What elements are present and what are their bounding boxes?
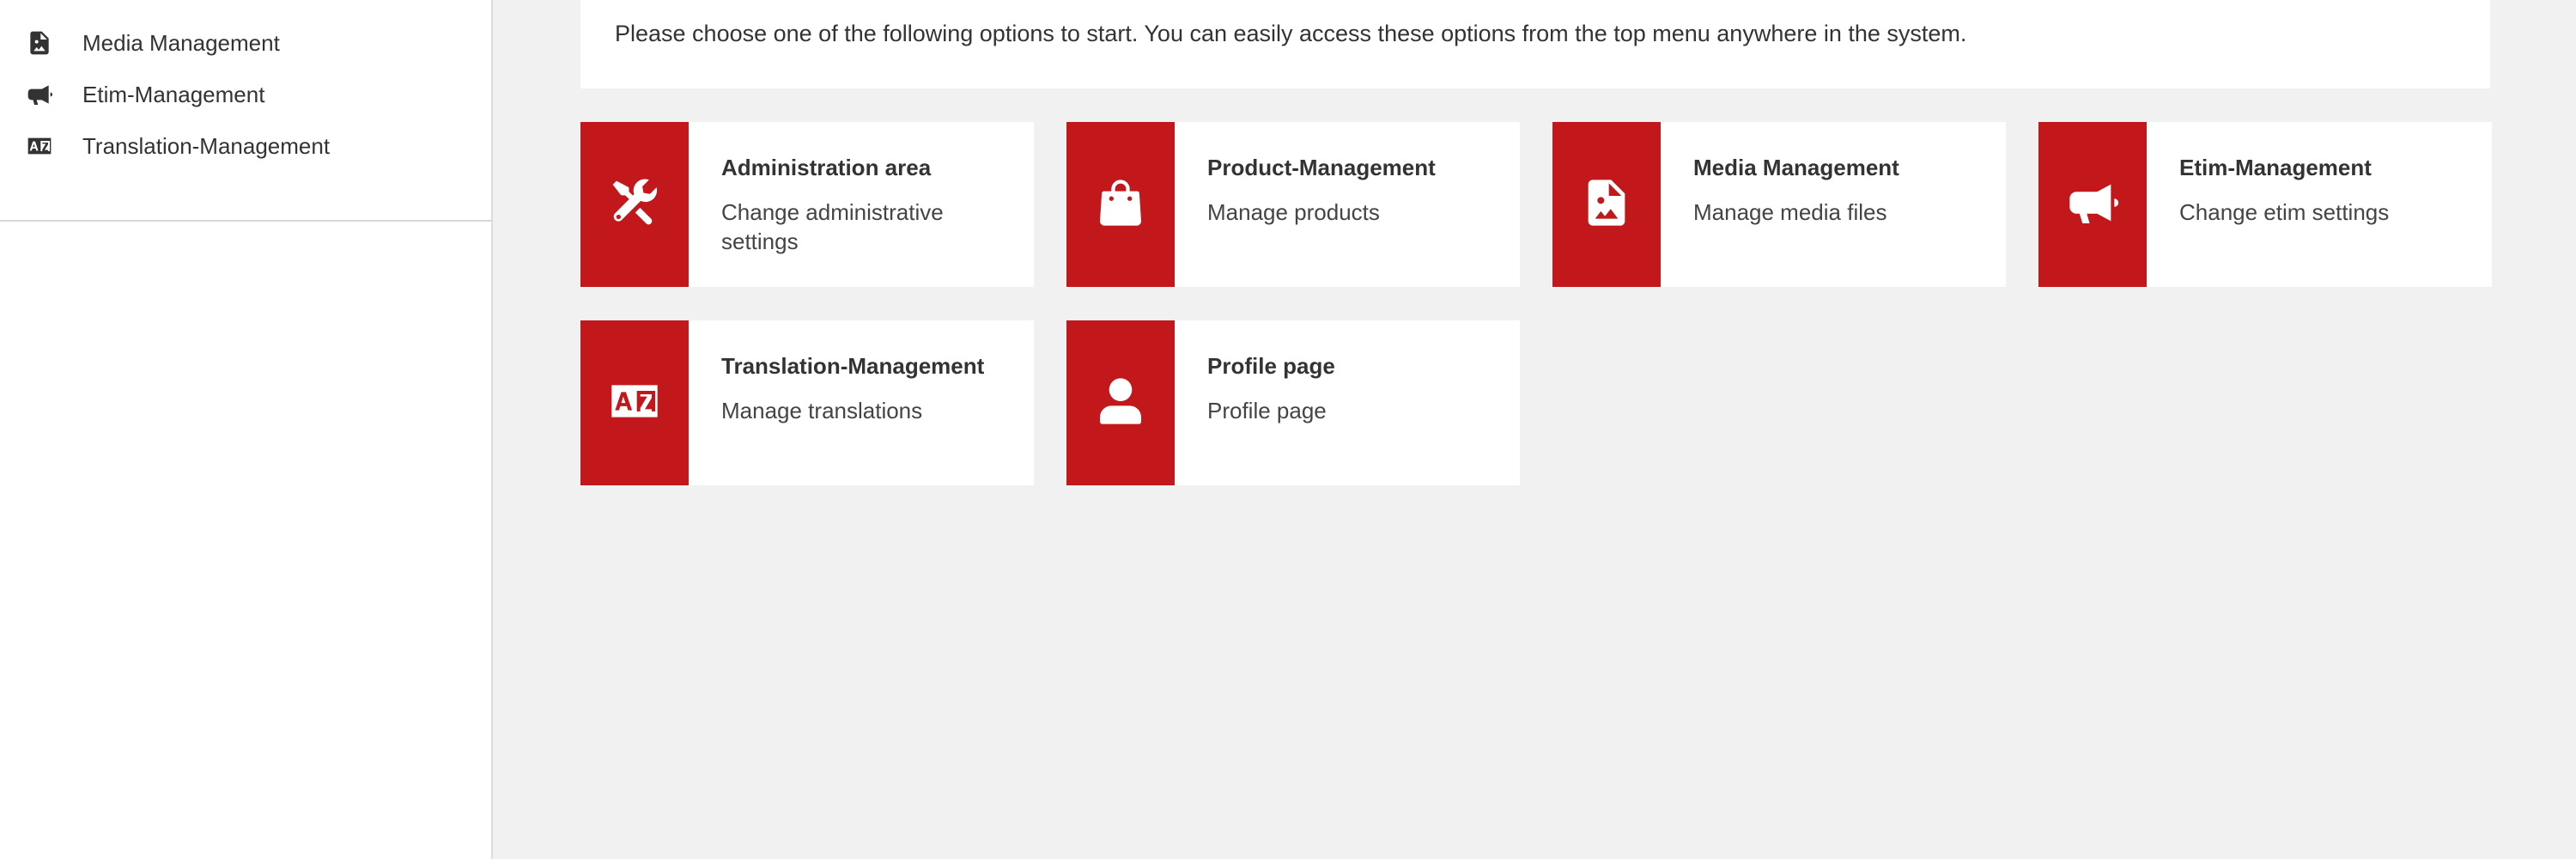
main-content: Please choose one of the following optio…	[495, 0, 2576, 859]
card-title: Media Management	[1693, 155, 1899, 180]
intro-panel: Please choose one of the following optio…	[580, 0, 2490, 88]
card-body: Media Management Manage media files	[1661, 122, 1930, 287]
file-image-icon	[26, 27, 57, 58]
card-icon-box	[1066, 122, 1175, 287]
card-product-management[interactable]: Product-Management Manage products	[1066, 122, 1520, 287]
card-media-management[interactable]: Media Management Manage media files	[1552, 122, 2006, 287]
card-title: Profile page	[1207, 353, 1335, 379]
intro-text: Please choose one of the following optio…	[615, 21, 1967, 46]
card-profile-page[interactable]: Profile page Profile page	[1066, 320, 1520, 485]
card-icon-box	[2038, 122, 2147, 287]
sidebar: Media Management Etim-Management Transla…	[0, 0, 493, 859]
sidebar-item-media-management[interactable]: Media Management	[0, 17, 491, 69]
card-description: Profile page	[1207, 398, 1327, 424]
app-window: Media Management Etim-Management Transla…	[0, 0, 2576, 859]
card-title: Translation-Management	[721, 353, 985, 379]
sidebar-divider	[0, 220, 493, 222]
sidebar-nav: Media Management Etim-Management Transla…	[0, 0, 491, 172]
card-description: Manage translations	[721, 398, 923, 424]
card-icon-box	[1552, 122, 1661, 287]
card-title: Product-Management	[1207, 155, 1436, 180]
card-etim-management[interactable]: Etim-Management Change etim settings	[2038, 122, 2492, 287]
sidebar-item-label: Translation-Management	[82, 132, 331, 159]
language-icon	[26, 131, 57, 161]
card-title: Administration area	[721, 155, 932, 180]
card-body: Administration area Change administrativ…	[689, 122, 1034, 287]
file-image-icon	[1579, 175, 1634, 235]
sidebar-item-label: Media Management	[82, 29, 280, 56]
card-icon-box	[1066, 320, 1175, 485]
card-administration-area[interactable]: Administration area Change administrativ…	[580, 122, 1034, 287]
card-description: Manage products	[1207, 199, 1380, 226]
card-description: Change etim settings	[2179, 199, 2390, 226]
card-translation-management[interactable]: Translation-Management Manage translatio…	[580, 320, 1034, 485]
card-description: Manage media files	[1693, 199, 1887, 226]
card-body: Translation-Management Manage translatio…	[689, 320, 1015, 485]
card-body: Product-Management Manage products	[1175, 122, 1467, 287]
card-title: Etim-Management	[2179, 155, 2372, 180]
sidebar-item-label: Etim-Management	[82, 81, 265, 107]
sidebar-item-translation-management[interactable]: Translation-Management	[0, 120, 491, 172]
megaphone-icon	[2065, 175, 2120, 235]
card-body: Etim-Management Change etim settings	[2147, 122, 2420, 287]
card-icon-box	[580, 122, 689, 287]
card-icon-box	[580, 320, 689, 485]
sidebar-item-etim-management[interactable]: Etim-Management	[0, 69, 491, 120]
shopping-bag-icon	[1093, 175, 1148, 235]
card-description: Change administrative settings	[721, 199, 944, 254]
card-body: Profile page Profile page	[1175, 320, 1366, 485]
tools-icon	[607, 175, 662, 235]
megaphone-icon	[26, 79, 57, 110]
language-icon	[607, 374, 662, 433]
user-icon	[1093, 374, 1148, 433]
